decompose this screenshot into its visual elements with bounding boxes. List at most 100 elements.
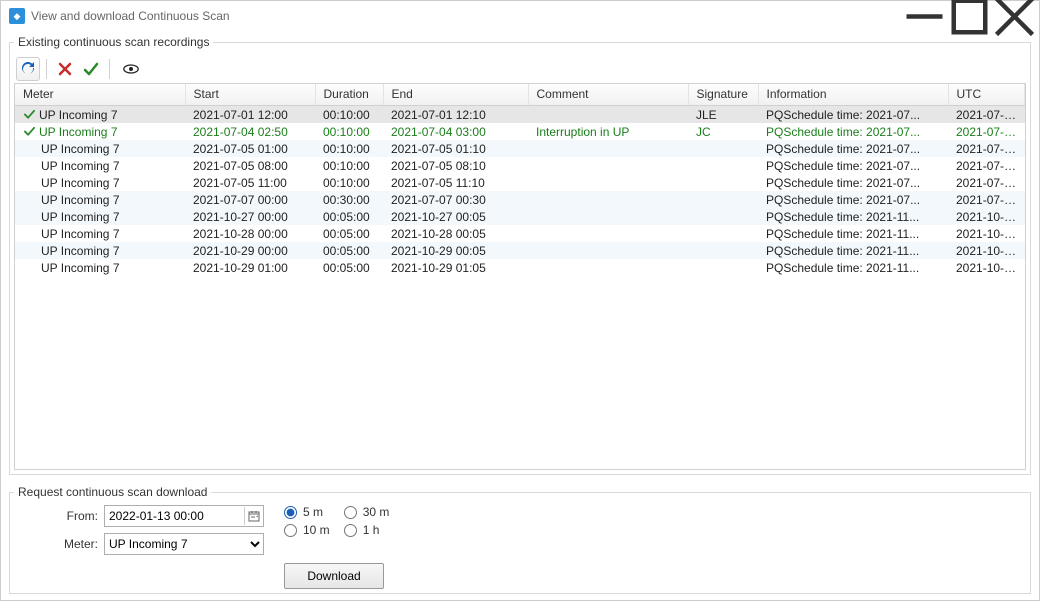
- cell-start: 2021-07-05 08:00: [185, 157, 315, 174]
- cell-comment: [528, 174, 688, 191]
- cell-comment: [528, 225, 688, 242]
- cell-duration: 00:05:00: [315, 208, 383, 225]
- cell-start: 2021-07-07 00:00: [185, 191, 315, 208]
- toolbar-separator: [46, 59, 47, 79]
- col-signature[interactable]: Signature: [688, 84, 758, 106]
- cell-utc: 2021-10-27 22:00: [948, 225, 1025, 242]
- toolbar-separator-2: [109, 59, 110, 79]
- view-button[interactable]: [116, 57, 146, 81]
- download-button[interactable]: Download: [284, 563, 384, 589]
- cell-meter: UP Incoming 7: [39, 125, 118, 139]
- cell-duration: 00:05:00: [315, 225, 383, 242]
- cell-comment: [528, 242, 688, 259]
- titlebar: ◆ View and download Continuous Scan: [1, 1, 1039, 31]
- cell-meter: UP Incoming 7: [41, 142, 120, 156]
- cell-duration: 00:10:00: [315, 123, 383, 140]
- col-utc[interactable]: UTC: [948, 84, 1025, 106]
- cell-information: PQSchedule time: 2021-07...: [758, 123, 948, 140]
- cell-meter: UP Incoming 7: [41, 176, 120, 190]
- cell-signature: [688, 225, 758, 242]
- app-icon: ◆: [9, 8, 25, 24]
- cell-duration: 00:05:00: [315, 242, 383, 259]
- cell-end: 2021-10-29 00:05: [383, 242, 528, 259]
- cell-signature: [688, 174, 758, 191]
- delete-button[interactable]: [53, 57, 77, 81]
- cell-end: 2021-10-29 01:05: [383, 259, 528, 276]
- grid-header[interactable]: Meter Start Duration End Comment Signatu…: [15, 84, 1025, 106]
- cell-information: PQSchedule time: 2021-11...: [758, 259, 948, 276]
- table-row[interactable]: UP Incoming 72021-10-27 00:0000:05:00202…: [15, 208, 1025, 225]
- cell-start: 2021-10-28 00:00: [185, 225, 315, 242]
- meter-select[interactable]: UP Incoming 7: [104, 533, 264, 555]
- cell-comment: [528, 106, 688, 124]
- cell-information: PQSchedule time: 2021-07...: [758, 191, 948, 208]
- col-information[interactable]: Information: [758, 84, 948, 106]
- meter-label: Meter:: [14, 537, 104, 551]
- cell-duration: 00:10:00: [315, 157, 383, 174]
- cell-utc: 2021-07-04 00:50: [948, 123, 1025, 140]
- request-download-label: Request continuous scan download: [14, 485, 211, 499]
- cell-utc: 2021-07-06 22:00: [948, 191, 1025, 208]
- cell-end: 2021-07-05 11:10: [383, 174, 528, 191]
- duration-radios: 5 m 30 m 10 m 1 h: [284, 505, 389, 537]
- from-input[interactable]: [104, 505, 264, 527]
- table-row[interactable]: UP Incoming 72021-07-04 02:5000:10:00202…: [15, 123, 1025, 140]
- cell-information: PQSchedule time: 2021-07...: [758, 157, 948, 174]
- cell-utc: 2021-07-04 23:00: [948, 140, 1025, 157]
- maximize-button[interactable]: [947, 2, 992, 31]
- minimize-button[interactable]: [902, 2, 947, 31]
- cell-information: PQSchedule time: 2021-07...: [758, 140, 948, 157]
- cell-comment: [528, 140, 688, 157]
- cell-end: 2021-07-01 12:10: [383, 106, 528, 124]
- cell-information: PQSchedule time: 2021-11...: [758, 242, 948, 259]
- cell-signature: [688, 140, 758, 157]
- window-title: View and download Continuous Scan: [31, 9, 902, 23]
- cell-signature: JLE: [688, 106, 758, 124]
- cell-meter: UP Incoming 7: [41, 244, 120, 258]
- cell-utc: 2021-10-26 22:00: [948, 208, 1025, 225]
- radio-1h[interactable]: 1 h: [344, 523, 390, 537]
- col-comment[interactable]: Comment: [528, 84, 688, 106]
- cell-duration: 00:05:00: [315, 259, 383, 276]
- cell-signature: [688, 191, 758, 208]
- radio-10m[interactable]: 10 m: [284, 523, 330, 537]
- table-row[interactable]: UP Incoming 7 2021-10-29 00:0000:05:00202…: [15, 242, 1025, 259]
- table-row[interactable]: UP Incoming 72021-07-05 11:0000:10:00202…: [15, 174, 1025, 191]
- cell-comment: [528, 208, 688, 225]
- existing-recordings-group: Existing continuous scan recordings: [9, 35, 1031, 475]
- toolbar: [14, 55, 1026, 83]
- cell-duration: 00:10:00: [315, 140, 383, 157]
- col-duration[interactable]: Duration: [315, 84, 383, 106]
- col-end[interactable]: End: [383, 84, 528, 106]
- refresh-button[interactable]: [16, 57, 40, 81]
- table-row[interactable]: UP Incoming 72021-07-07 00:0000:30:00202…: [15, 191, 1025, 208]
- radio-30m[interactable]: 30 m: [344, 505, 390, 519]
- cell-utc: 2021-07-01 10:00: [948, 106, 1025, 124]
- calendar-dropdown-icon[interactable]: [244, 507, 262, 525]
- table-row[interactable]: UP Incoming 72021-07-05 01:0000:10:00202…: [15, 140, 1025, 157]
- cell-start: 2021-10-29 00:00: [185, 242, 315, 259]
- cell-comment: [528, 191, 688, 208]
- close-button[interactable]: [992, 2, 1037, 31]
- cell-information: PQSchedule time: 2021-11...: [758, 225, 948, 242]
- table-row[interactable]: UP Incoming 72021-10-29 01:0000:05:00202…: [15, 259, 1025, 276]
- table-row[interactable]: UP Incoming 72021-10-28 00:0000:05:00202…: [15, 225, 1025, 242]
- cell-end: 2021-07-07 00:30: [383, 191, 528, 208]
- table-row[interactable]: UP Incoming 72021-07-01 12:0000:10:00202…: [15, 106, 1025, 124]
- cell-duration: 00:10:00: [315, 106, 383, 124]
- cell-signature: [688, 157, 758, 174]
- col-start[interactable]: Start: [185, 84, 315, 106]
- recordings-grid[interactable]: Meter Start Duration End Comment Signatu…: [14, 83, 1026, 470]
- col-meter[interactable]: Meter: [15, 84, 185, 106]
- approve-button[interactable]: [79, 57, 103, 81]
- cell-signature: [688, 259, 758, 276]
- cell-utc: 2021-07-05 06:00: [948, 157, 1025, 174]
- table-row[interactable]: UP Incoming 72021-07-05 08:0000:10:00202…: [15, 157, 1025, 174]
- from-label: From:: [14, 509, 104, 523]
- cell-duration: 00:10:00: [315, 174, 383, 191]
- cell-end: 2021-07-05 08:10: [383, 157, 528, 174]
- cell-comment: Interruption in UP: [528, 123, 688, 140]
- radio-5m[interactable]: 5 m: [284, 505, 330, 519]
- request-download-group: Request continuous scan download From: M…: [9, 485, 1031, 594]
- cell-meter: UP Incoming 7: [39, 108, 118, 122]
